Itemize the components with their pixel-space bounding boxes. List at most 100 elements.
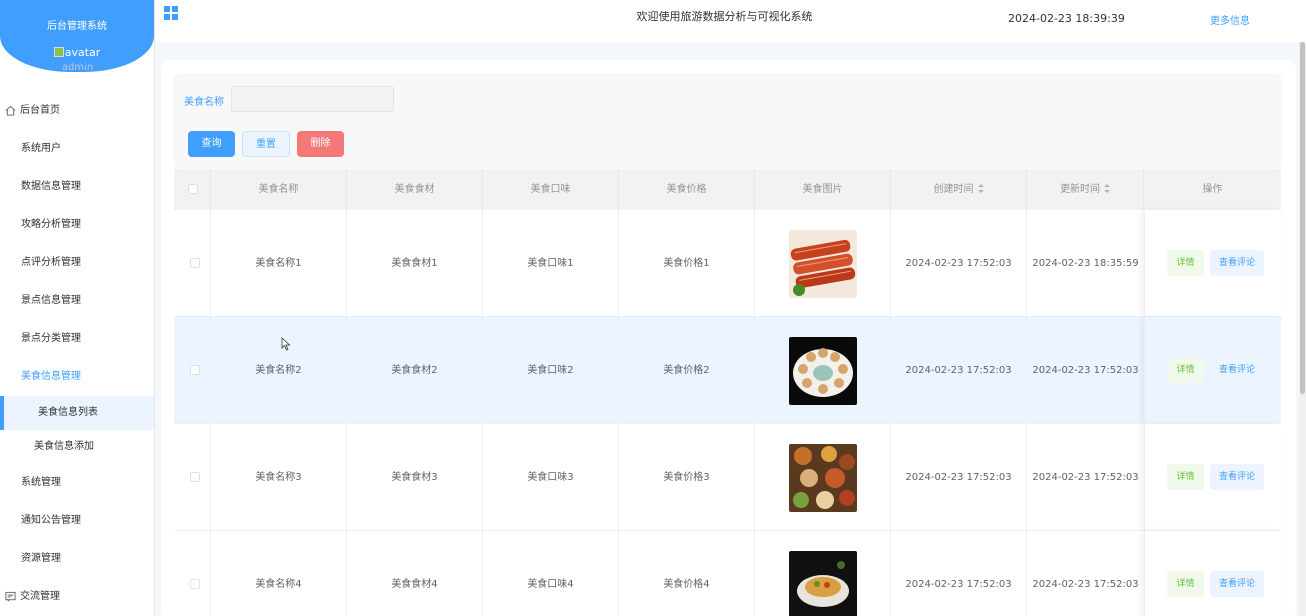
cell-image [755, 210, 891, 317]
table-row[interactable]: 美食名称4 美食食材4 美食口味4 美食价格4 2024-02-23 17:52… [174, 531, 1281, 616]
menu-label: 系统管理 [21, 477, 61, 488]
submenu-label: 美食信息列表 [38, 407, 98, 418]
food-image[interactable] [789, 551, 857, 616]
cell-actions: 详情 查看评论 [1144, 531, 1281, 616]
cell-updated-time: 2024-02-23 17:52:03 [1032, 365, 1139, 376]
cell-food-name: 美食名称1 [211, 210, 347, 317]
menu-label: 攻略分析管理 [21, 219, 81, 230]
cell-image [755, 317, 891, 424]
detail-button[interactable]: 详情 [1167, 464, 1204, 490]
view-comments-button[interactable]: 查看评论 [1210, 250, 1264, 276]
menu-label: 后台首页 [20, 105, 60, 116]
menu-item-food-info[interactable]: 美食信息管理 [0, 358, 154, 396]
submenu-label: 美食信息添加 [34, 441, 94, 452]
cell-created-time: 2024-02-23 17:52:03 [891, 210, 1027, 317]
view-comments-button[interactable]: 查看评论 [1210, 571, 1264, 597]
broken-image-icon [53, 47, 64, 57]
submenu-item-food-add[interactable]: 美食信息添加 [0, 430, 154, 464]
col-updated-time[interactable]: 更新时间 [1027, 169, 1144, 210]
cell-ingredients: 美食食材1 [347, 210, 483, 317]
menu-item-system-users[interactable]: 系统用户 [0, 130, 154, 168]
menu-label: 交流管理 [20, 591, 60, 602]
cell-updated-time: 2024-02-23 18:35:59 [1032, 258, 1139, 269]
menu-label: 景点分类管理 [21, 333, 81, 344]
food-image[interactable] [789, 444, 857, 512]
username: admin [61, 62, 94, 73]
cell-ingredients: 美食食材2 [347, 317, 483, 424]
food-name-input[interactable] [231, 86, 394, 112]
col-created-time[interactable]: 创建时间 [891, 169, 1027, 210]
sort-icon[interactable] [1104, 184, 1110, 193]
menu-item-system-mgmt[interactable]: 系统管理 [0, 464, 154, 502]
submenu-item-food-list[interactable]: 美食信息列表 [0, 396, 154, 430]
table-row[interactable]: 美食名称2 美食食材2 美食口味2 美食价格2 2024-02-23 17:52… [174, 317, 1281, 424]
home-icon [5, 105, 16, 116]
detail-button[interactable]: 详情 [1167, 357, 1204, 383]
row-checkbox-cell [174, 317, 211, 424]
scrollbar-thumb[interactable] [1300, 42, 1305, 394]
cell-image [755, 424, 891, 531]
select-all-checkbox[interactable] [188, 184, 198, 194]
menu-item-exchange-mgmt[interactable]: 交流管理 [0, 578, 154, 616]
menu-label: 资源管理 [21, 553, 61, 564]
row-checkbox[interactable] [190, 365, 200, 375]
menu-label: 景点信息管理 [21, 295, 81, 306]
row-checkbox[interactable] [190, 258, 200, 268]
detail-button[interactable]: 详情 [1167, 250, 1204, 276]
menu-label: 美食信息管理 [21, 371, 81, 382]
cell-price: 美食价格3 [619, 424, 755, 531]
menu-item-scenic-info[interactable]: 景点信息管理 [0, 282, 154, 320]
menu-item-home[interactable]: 后台首页 [0, 92, 154, 130]
menu-label: 数据信息管理 [21, 181, 81, 192]
menu-label: 系统用户 [21, 143, 61, 154]
cell-created-time: 2024-02-23 17:52:03 [891, 317, 1027, 424]
col-actions: 操作 [1202, 184, 1223, 195]
table-row[interactable]: 美食名称1 美食食材1 美食口味1 美食价格1 2024-02-23 17:52… [174, 210, 1281, 317]
vertical-scrollbar[interactable] [1299, 42, 1306, 616]
avatar[interactable]: avatar [0, 46, 154, 59]
cell-taste: 美食口味4 [483, 531, 619, 616]
query-button[interactable]: 查询 [188, 131, 235, 157]
cell-actions: 详情 查看评论 [1144, 317, 1281, 424]
menu-item-guide-analysis[interactable]: 攻略分析管理 [0, 206, 154, 244]
mouse-cursor-icon [281, 337, 291, 351]
top-header: 欢迎使用旅游数据分析与可视化系统 2024-02-23 18:39:39 更多信… [155, 0, 1306, 42]
food-image[interactable] [789, 337, 857, 405]
cell-created-time: 2024-02-23 17:52:03 [891, 424, 1027, 531]
menu-item-data-info[interactable]: 数据信息管理 [0, 168, 154, 206]
more-info-link[interactable]: 更多信息 [1210, 12, 1250, 27]
cell-actions: 详情 查看评论 [1144, 210, 1281, 317]
menu-item-review-analysis[interactable]: 点评分析管理 [0, 244, 154, 282]
cell-ingredients: 美食食材4 [347, 531, 483, 616]
menu-item-resource-mgmt[interactable]: 资源管理 [0, 540, 154, 578]
cell-price: 美食价格1 [619, 210, 755, 317]
view-comments-button[interactable]: 查看评论 [1210, 357, 1264, 383]
detail-button[interactable]: 详情 [1167, 571, 1204, 597]
reset-button[interactable]: 重置 [242, 131, 290, 157]
col-updated-label: 更新时间 [1060, 184, 1100, 195]
row-checkbox[interactable] [190, 472, 200, 482]
table-row[interactable]: 美食名称3 美食食材3 美食口味3 美食价格3 2024-02-23 17:52… [174, 424, 1281, 531]
view-comments-button[interactable]: 查看评论 [1210, 464, 1264, 490]
cell-taste: 美食口味2 [483, 317, 619, 424]
menu-item-scenic-category[interactable]: 景点分类管理 [0, 320, 154, 358]
menu-item-notice-mgmt[interactable]: 通知公告管理 [0, 502, 154, 540]
cell-created-time: 2024-02-23 17:52:03 [891, 531, 1027, 616]
menu-label: 通知公告管理 [21, 515, 81, 526]
food-image[interactable] [789, 230, 857, 298]
sidebar: 后台管理系统 avatar admin 后台首页 系统用户 数据信息管理 攻略分… [0, 0, 155, 616]
cell-taste: 美食口味1 [483, 210, 619, 317]
cell-taste: 美食口味3 [483, 424, 619, 531]
col-created-label: 创建时间 [933, 184, 974, 195]
sort-icon[interactable] [977, 184, 984, 193]
row-checkbox[interactable] [190, 579, 200, 589]
avatar-alt-text: avatar [64, 46, 101, 59]
cell-updated-time: 2024-02-23 17:52:03 [1032, 579, 1139, 590]
delete-button[interactable]: 删除 [297, 131, 344, 157]
row-checkbox-cell [174, 210, 211, 317]
row-checkbox-cell [174, 531, 211, 616]
cell-price: 美食价格4 [619, 531, 755, 616]
page-title: 欢迎使用旅游数据分析与可视化系统 [636, 10, 813, 23]
food-name-label: 美食名称 [184, 97, 224, 108]
cell-price: 美食价格2 [619, 317, 755, 424]
